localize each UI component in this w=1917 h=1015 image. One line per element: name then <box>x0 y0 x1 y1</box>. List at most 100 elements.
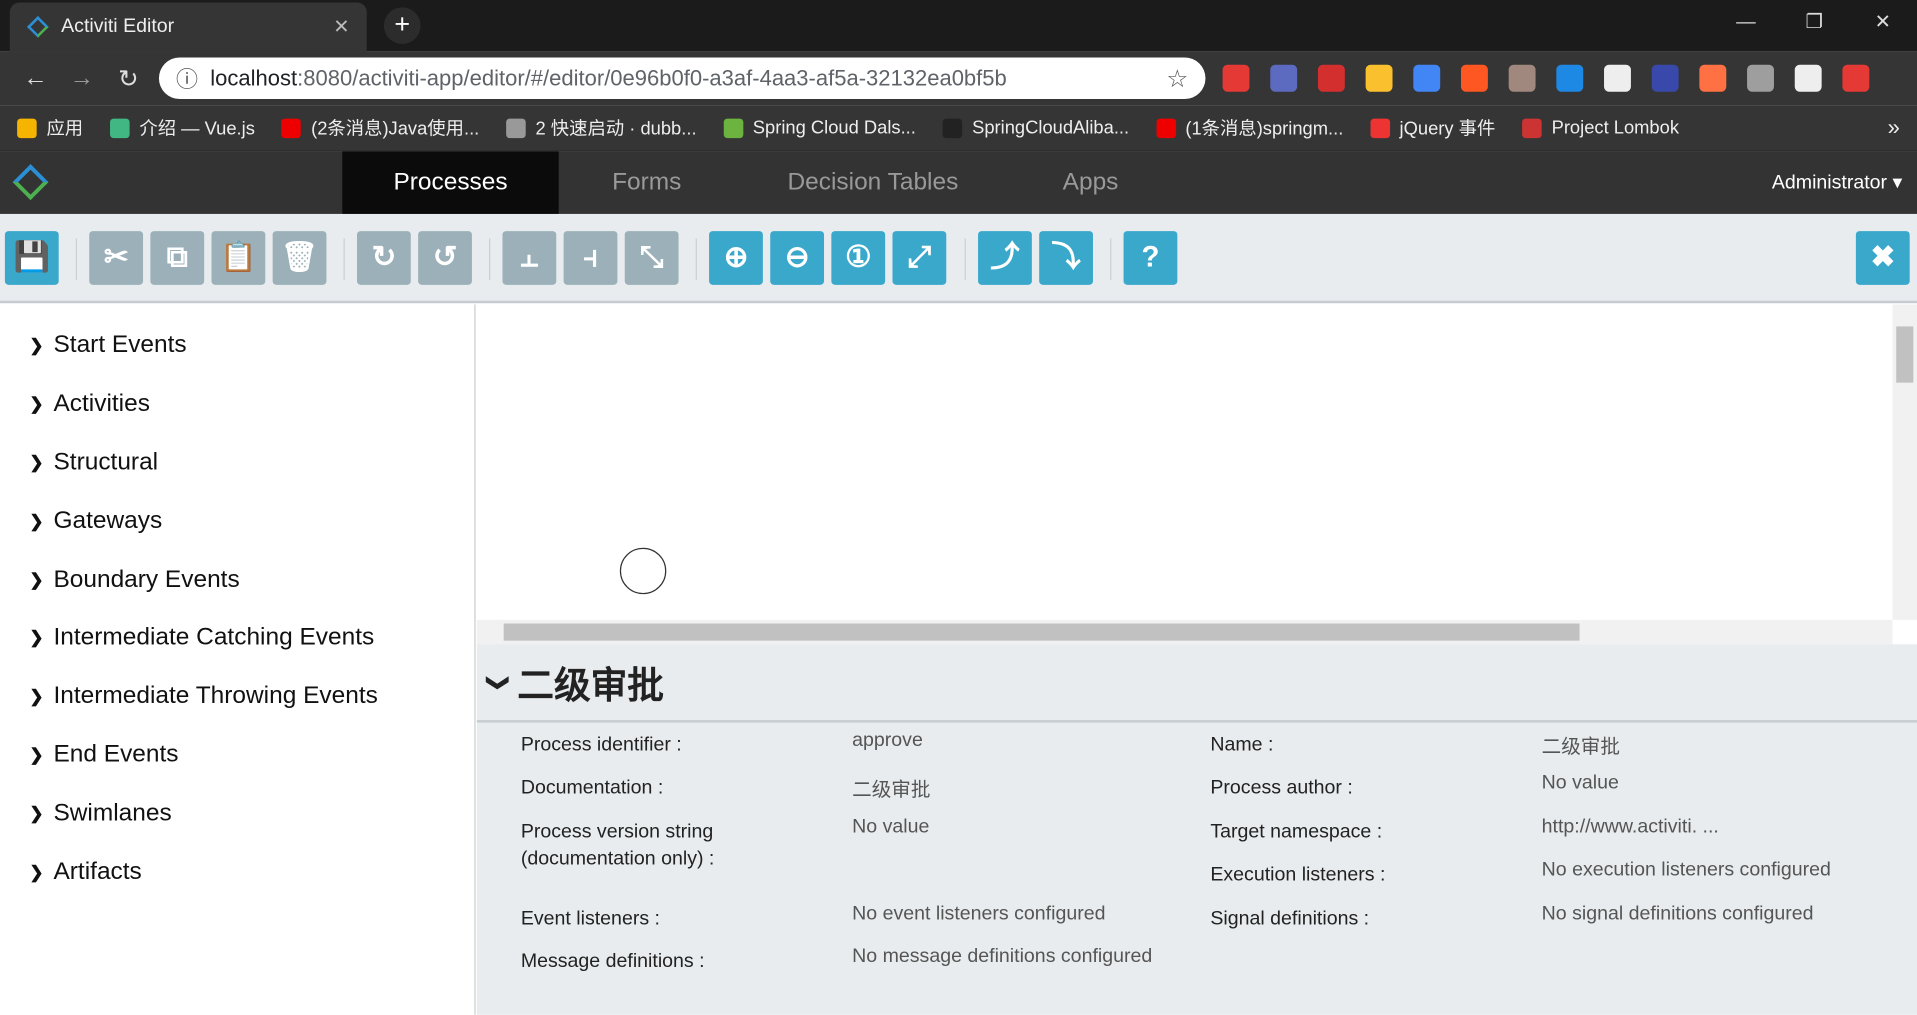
tab-processes[interactable]: Processes <box>342 151 559 223</box>
reload-icon[interactable]: ↻ <box>105 63 151 94</box>
property-value[interactable]: No value <box>1542 773 1619 795</box>
palette-group[interactable]: ❯ Swimlanes <box>0 784 474 842</box>
property-value[interactable]: No event listeners configured <box>852 903 1105 925</box>
tab-forms[interactable]: Forms <box>581 152 713 214</box>
cut-button[interactable]: ✂ <box>89 231 144 285</box>
extension-icon[interactable] <box>1222 64 1250 92</box>
property-label: Documentation : <box>520 777 664 799</box>
palette-group[interactable]: ❯ Start Events <box>0 317 474 375</box>
same-size-button[interactable]: ⤡ <box>624 231 679 285</box>
extension-icon[interactable] <box>1699 64 1727 92</box>
extension-icon[interactable] <box>1651 64 1679 92</box>
paste-button[interactable]: 📋 <box>211 231 266 285</box>
extension-icon[interactable] <box>1842 64 1870 92</box>
chevron-right-icon: ❯ <box>29 393 44 414</box>
activiti-logo[interactable] <box>12 164 49 201</box>
property-value[interactable]: 二级审批 <box>1542 730 1620 759</box>
bookmark-item[interactable]: jQuery 事件 <box>1370 115 1495 141</box>
close-tab-icon[interactable]: ✕ <box>333 15 349 39</box>
tab-apps[interactable]: Apps <box>1039 152 1142 214</box>
bookmark-favicon-icon <box>506 117 526 138</box>
bookmark-item[interactable]: Spring Cloud Dals... <box>723 117 916 138</box>
browser-tab[interactable]: Activiti Editor ✕ <box>9 2 367 52</box>
delete-button[interactable]: 🗑 <box>272 231 327 285</box>
extension-icon[interactable] <box>1747 64 1774 92</box>
vertical-scrollbar[interactable] <box>1892 304 1917 620</box>
chevron-right-icon: ❯ <box>29 686 44 706</box>
zoom-out-button[interactable]: ⊖ <box>770 231 825 285</box>
property-value[interactable]: http://www.activiti. ... <box>1542 817 1719 839</box>
more-bookmarks-icon[interactable]: » <box>1888 115 1900 141</box>
bookmark-item[interactable]: SpringCloudAliba... <box>942 117 1129 138</box>
property-label: Execution listeners : <box>1210 864 1386 886</box>
zoom-actual-button[interactable]: ① <box>831 231 886 285</box>
bookmark-label: (1条消息)springm... <box>1185 118 1344 140</box>
close-editor-button[interactable]: ✖ <box>1855 231 1910 285</box>
zoom-fit-button[interactable]: ⤢ <box>892 231 947 285</box>
restore-button[interactable]: ❐ <box>1780 0 1848 49</box>
save-button[interactable]: 💾 <box>4 231 59 285</box>
extension-icon[interactable] <box>1556 64 1584 92</box>
property-value[interactable]: approve <box>852 730 923 752</box>
align-vertical-button[interactable]: ⫞ <box>563 231 618 285</box>
bookmark-star-icon[interactable]: ☆ <box>1166 63 1188 94</box>
extension-icon[interactable] <box>1460 64 1488 92</box>
extension-icon[interactable] <box>1413 64 1441 92</box>
palette-group[interactable]: ❯ Artifacts <box>0 843 474 901</box>
zoom-in-button[interactable]: ⊕ <box>709 231 763 285</box>
property-value[interactable]: No signal definitions configured <box>1542 903 1814 925</box>
extension-icon[interactable] <box>1508 64 1536 92</box>
diagram-canvas[interactable] <box>476 304 1917 645</box>
extension-icon[interactable] <box>1365 64 1393 92</box>
url-bar[interactable]: ⓘ localhost:8080/activiti-app/editor/#/ed… <box>158 57 1206 100</box>
extensions <box>1222 64 1870 92</box>
extension-icon[interactable] <box>1604 64 1631 92</box>
chevron-down-icon: ❯ <box>486 672 512 692</box>
properties-header[interactable]: ❯ 二级审批 <box>476 644 1917 723</box>
new-tab-button[interactable]: + <box>383 7 421 45</box>
extension-icon[interactable] <box>1317 64 1345 92</box>
extension-icon[interactable] <box>1794 64 1822 92</box>
chevron-right-icon: ❯ <box>29 569 44 589</box>
palette-group[interactable]: ❯ Structural <box>0 434 474 492</box>
chevron-right-icon: ❯ <box>29 510 44 531</box>
bendpoint-add-button[interactable]: ⤴ <box>978 231 1032 285</box>
bookmark-item[interactable]: 应用 <box>17 115 83 141</box>
bookmark-item[interactable]: 2 快速启动 · dubb... <box>506 115 697 141</box>
property-label: Event listeners : <box>520 908 660 930</box>
tab-decision-tables[interactable]: Decision Tables <box>770 152 975 214</box>
palette-group[interactable]: ❯ Intermediate Throwing Events <box>0 667 474 725</box>
bendpoint-remove-button[interactable]: ⤵ <box>1039 231 1093 285</box>
bookmark-favicon-icon <box>942 117 963 138</box>
property-value[interactable]: No message definitions configured <box>852 946 1152 968</box>
bookmark-item[interactable]: Project Lombok <box>1522 117 1679 138</box>
bookmark-label: 应用 <box>46 118 84 140</box>
palette-group[interactable]: ❯ Intermediate Catching Events <box>0 609 474 667</box>
forward-icon[interactable]: → <box>59 64 105 92</box>
property-value[interactable]: No value <box>852 817 929 839</box>
minimize-button[interactable]: — <box>1712 0 1780 49</box>
bookmark-item[interactable]: (1条消息)springm... <box>1156 115 1343 141</box>
bookmark-item[interactable]: 介绍 — Vue.js <box>110 115 255 141</box>
extension-icon[interactable] <box>1270 64 1298 92</box>
bookmark-label: 介绍 — Vue.js <box>139 118 255 140</box>
redo-button[interactable]: ↻ <box>356 231 411 285</box>
palette-group[interactable]: ❯ Activities <box>0 375 474 433</box>
palette-group[interactable]: ❯ End Events <box>0 726 474 784</box>
close-window-button[interactable]: ✕ <box>1849 0 1917 49</box>
undo-button[interactable]: ↺ <box>418 231 472 285</box>
url-host: localhost <box>210 65 298 90</box>
property-value[interactable]: 二级审批 <box>852 773 930 802</box>
property-value[interactable]: No execution listeners configured <box>1542 859 1831 881</box>
help-button[interactable]: ? <box>1123 231 1178 285</box>
palette-group[interactable]: ❯ Gateways <box>0 492 474 550</box>
horizontal-scrollbar[interactable] <box>476 619 1893 645</box>
start-event-shape[interactable] <box>619 547 667 595</box>
back-icon[interactable]: ← <box>12 64 58 92</box>
user-menu[interactable]: Administrator ▾ <box>1772 170 1902 194</box>
bookmark-item[interactable]: (2条消息)Java使用... <box>281 115 479 141</box>
align-horizontal-button[interactable]: ⫠ <box>502 231 557 285</box>
palette-group[interactable]: ❯ Boundary Events <box>0 550 474 608</box>
copy-button[interactable]: ⧉ <box>150 231 205 285</box>
chevron-right-icon: ❯ <box>29 627 44 648</box>
